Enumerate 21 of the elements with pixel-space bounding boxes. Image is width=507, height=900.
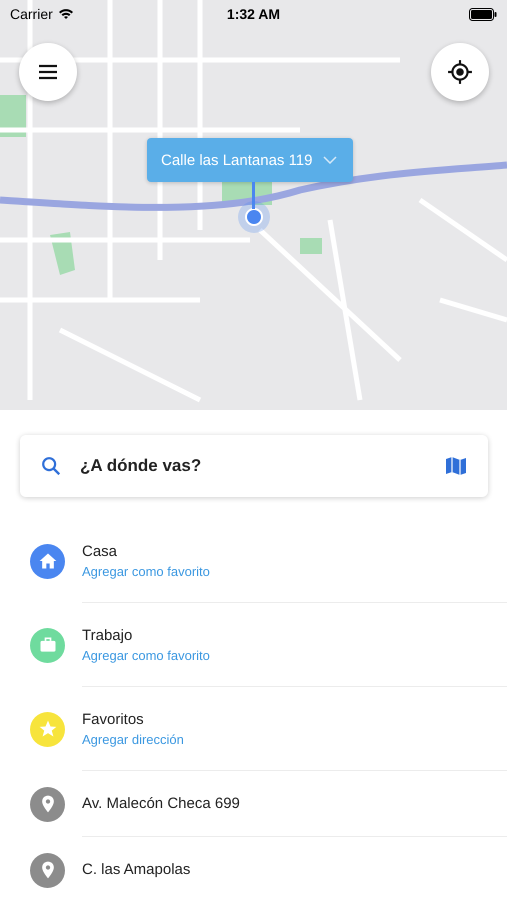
place-title: Av. Malecón Checa 699	[82, 795, 241, 812]
place-item[interactable]: Trabajo Agregar como favorito	[0, 603, 507, 687]
search-icon	[40, 455, 62, 477]
wifi-icon	[58, 8, 74, 20]
place-title: Trabajo	[82, 626, 134, 644]
place-item[interactable]: Av. Malecón Checa 699	[0, 771, 507, 837]
place-item[interactable]: C. las Amapolas	[0, 837, 507, 900]
carrier-name: Carrier	[10, 6, 53, 22]
address-text: Calle las Lantanas 119	[161, 152, 312, 168]
search-input[interactable]: ¿A dónde vas?	[78, 455, 428, 477]
chevron-down-icon	[322, 156, 336, 164]
place-title: Casa	[82, 542, 118, 560]
pin-stem	[252, 182, 255, 209]
status-time: 1:32 AM	[226, 6, 280, 22]
place-item[interactable]: Casa Agregar como favorito	[0, 519, 507, 603]
place-title: Favoritos	[82, 710, 145, 728]
place-title: C. las Amapolas	[82, 861, 192, 878]
place-item[interactable]: Favoritos Agregar dirección	[0, 687, 507, 771]
crosshair-icon	[447, 59, 473, 85]
battery-icon	[469, 8, 497, 20]
map-icon[interactable]	[444, 454, 468, 478]
